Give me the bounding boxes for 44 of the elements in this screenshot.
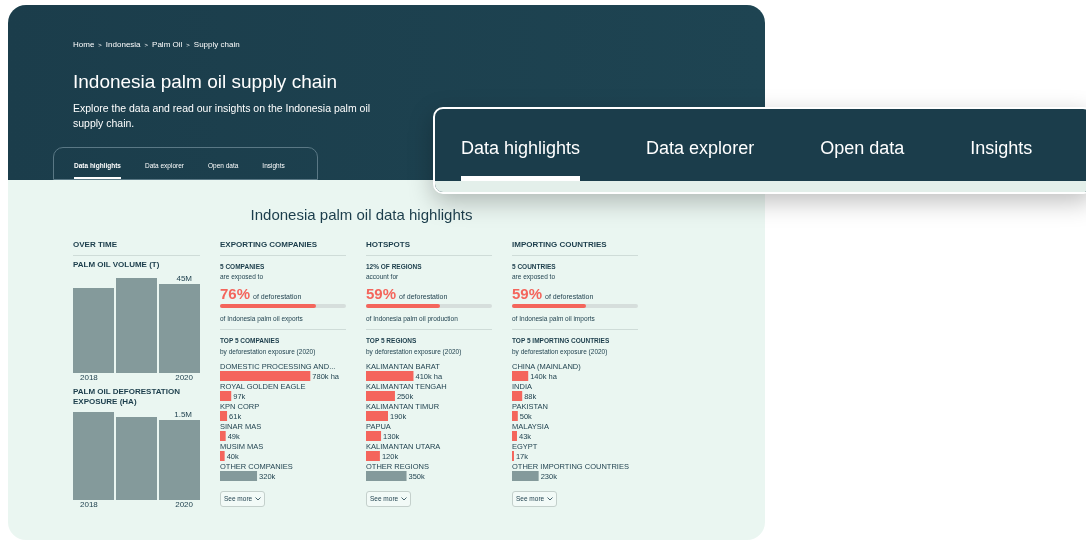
chart-title: PALM OIL VOLUME (T): [73, 259, 160, 270]
breadcrumb-link[interactable]: Supply chain: [193, 39, 240, 51]
chart-bar: [512, 470, 539, 481]
chart-bar: [366, 430, 382, 441]
chart-bar: [366, 390, 395, 401]
page-title: Indonesia palm oil supply chain: [73, 70, 339, 94]
axis-label: 2020: [175, 372, 193, 383]
page-description: Explore the data and read our insights on the Indonesia palm oil supply chain.: [73, 100, 372, 131]
section-title: Indonesia palm oil data highlights: [249, 205, 474, 225]
axis-label: 2020: [175, 499, 193, 510]
chart-bar: [366, 410, 388, 421]
percent-value: 59%: [366, 285, 397, 302]
chart-bar: [512, 370, 529, 381]
chart-bar: [220, 410, 228, 421]
percent-value: 76%: [220, 285, 251, 302]
value-label: 45M: [176, 273, 192, 283]
column-heading: HOTSPOTS: [366, 238, 492, 256]
chart-bar: [220, 470, 258, 481]
tab[interactable]: Data explorer: [646, 135, 755, 181]
value-label: 1.5M: [174, 409, 192, 419]
breadcrumb-link[interactable]: Palm Oil: [152, 39, 183, 51]
chart-bar: [366, 470, 407, 481]
chart-bar: [512, 410, 518, 421]
chevron-down-icon: [401, 496, 408, 501]
axis-label: 2018: [80, 499, 98, 510]
chart-bar: [512, 430, 517, 441]
axis-label: 2018: [80, 372, 98, 383]
chevron-down-icon: [547, 496, 554, 501]
percent-value: 59%: [512, 285, 543, 302]
chevron-down-icon: [255, 496, 262, 501]
tab[interactable]: Insights: [970, 135, 1033, 181]
column-heading: OVER TIME: [73, 238, 200, 256]
tab[interactable]: Open data: [820, 135, 905, 181]
breadcrumb-link[interactable]: Home: [73, 39, 95, 51]
chart-bar: [220, 450, 225, 461]
breadcrumb-link[interactable]: Indonesia: [105, 39, 141, 51]
chart-bar: [220, 430, 226, 441]
column-heading: EXPORTING COMPANIES: [220, 238, 346, 256]
chart-bar: [366, 450, 380, 461]
chart-bar: [220, 390, 232, 401]
chart-title: PALM OIL DEFORESTATION EXPOSURE (HA): [73, 386, 181, 407]
chart-bar: [366, 370, 414, 381]
column-heading: IMPORTING COUNTRIES: [512, 238, 638, 256]
chart-bar: [512, 390, 523, 401]
